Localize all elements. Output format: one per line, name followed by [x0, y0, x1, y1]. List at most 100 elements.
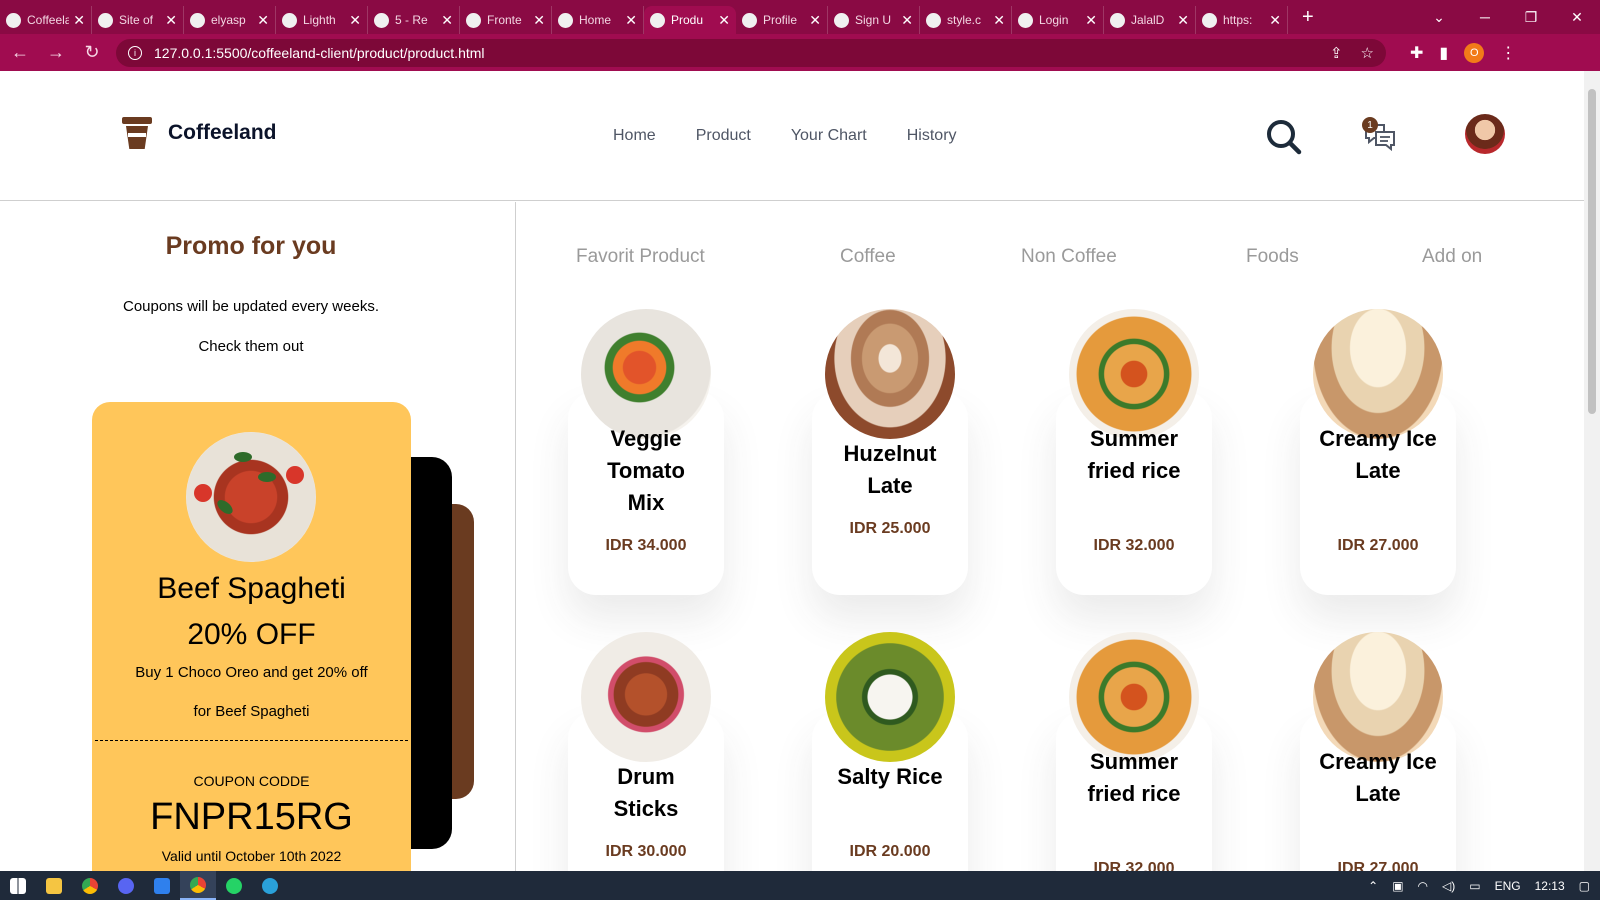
browser-toolbar: ← → ↻ i 127.0.0.1:5500/coffeeland-client…: [0, 34, 1600, 71]
tab-close-icon[interactable]: ✕: [533, 12, 545, 29]
product-image[interactable]: [1069, 309, 1199, 439]
brand-logo[interactable]: Coffeeland: [122, 117, 277, 149]
share-icon[interactable]: ⇪: [1330, 44, 1343, 62]
browser-tab[interactable]: Profile ✕: [736, 6, 828, 34]
side-panel-icon[interactable]: ▮: [1439, 43, 1448, 63]
extensions-puzzle-icon[interactable]: ✚: [1410, 43, 1423, 63]
product-image[interactable]: [825, 632, 955, 762]
browser-tab[interactable]: https: ✕: [1196, 6, 1288, 34]
site-info-icon[interactable]: i: [128, 45, 142, 60]
tab-close-icon[interactable]: ✕: [349, 12, 361, 29]
reload-button[interactable]: ↻: [76, 42, 108, 63]
browser-tab[interactable]: Coffeeland ✕: [0, 6, 92, 34]
telegram-icon[interactable]: [252, 871, 288, 900]
forward-button[interactable]: →: [40, 42, 72, 63]
browser-tab[interactable]: Produ ✕: [644, 6, 736, 34]
product-image[interactable]: [1313, 632, 1443, 762]
close-window-button[interactable]: ✕: [1554, 9, 1600, 26]
browser-tab-label: 5 - Re: [395, 13, 428, 27]
minimize-button[interactable]: ─: [1462, 9, 1508, 25]
chrome-icon[interactable]: [72, 871, 108, 900]
browser-menu-icon[interactable]: ⋮: [1500, 43, 1516, 63]
tab-close-icon[interactable]: ✕: [1269, 12, 1281, 29]
product-name: Summer fried rice: [1087, 749, 1181, 806]
tray-chevron-icon[interactable]: ⌃: [1368, 879, 1378, 893]
tab-coffee[interactable]: Coffee: [840, 246, 896, 268]
tab-close-icon[interactable]: ✕: [901, 12, 913, 29]
tab-add-on[interactable]: Add on: [1422, 246, 1482, 268]
new-tab-button[interactable]: +: [1302, 6, 1314, 29]
user-avatar[interactable]: [1465, 114, 1505, 154]
tab-favicon-icon: [1202, 12, 1217, 28]
tab-close-icon[interactable]: ✕: [993, 12, 1005, 29]
nav-home[interactable]: Home: [613, 127, 656, 145]
product-image[interactable]: [1313, 309, 1443, 439]
search-icon[interactable]: [1266, 119, 1302, 155]
browser-tab[interactable]: JalalD ✕: [1104, 6, 1196, 34]
browser-tab[interactable]: Site of ✕: [92, 6, 184, 34]
nav-product[interactable]: Product: [696, 127, 751, 145]
category-tabs: Favorit Product Coffee Non Coffee Foods …: [576, 246, 1486, 276]
tab-search-icon[interactable]: ⌄: [1416, 9, 1462, 26]
browser-tab[interactable]: elyasp ✕: [184, 6, 276, 34]
back-button[interactable]: ←: [4, 42, 36, 63]
product-image[interactable]: [1069, 632, 1199, 762]
scrollbar-thumb[interactable]: [1588, 89, 1596, 414]
tab-close-icon[interactable]: ✕: [73, 12, 85, 29]
tray-device-icon[interactable]: ▣: [1392, 879, 1403, 893]
product-image[interactable]: [825, 309, 955, 439]
tab-close-icon[interactable]: ✕: [718, 12, 730, 29]
browser-tab[interactable]: Fronte ✕: [460, 6, 552, 34]
tab-favorit-product[interactable]: Favorit Product: [576, 246, 705, 268]
tab-close-icon[interactable]: ✕: [441, 12, 453, 29]
language-indicator[interactable]: ENG: [1495, 879, 1521, 893]
browser-tab-label: Home: [579, 13, 612, 27]
browser-tab-label: Login: [1039, 13, 1069, 27]
whatsapp-icon[interactable]: [216, 871, 252, 900]
browser-tab-label: Fronte: [487, 13, 522, 27]
tab-non-coffee[interactable]: Non Coffee: [1021, 246, 1117, 268]
vscode-icon[interactable]: [144, 871, 180, 900]
tab-close-icon[interactable]: ✕: [165, 12, 177, 29]
system-tray: ⌃ ▣ ◠ ◁) ▭ ENG 12:13 ▢: [1368, 879, 1600, 893]
product-image[interactable]: [581, 309, 711, 439]
nav-history[interactable]: History: [907, 127, 957, 145]
browser-tab[interactable]: Home ✕: [552, 6, 644, 34]
file-explorer-icon[interactable]: [36, 871, 72, 900]
windows-start-icon[interactable]: [0, 871, 36, 900]
clock[interactable]: 12:13: [1535, 879, 1565, 893]
discord-icon[interactable]: [108, 871, 144, 900]
tab-close-icon[interactable]: ✕: [809, 12, 821, 29]
coupon-card[interactable]: Beef Spagheti 20% OFF Buy 1 Choco Oreo a…: [92, 402, 411, 871]
tab-foods[interactable]: Foods: [1246, 246, 1299, 268]
restore-button[interactable]: ❐: [1508, 9, 1554, 26]
product-name: Huzelnut Late: [843, 441, 937, 498]
tab-close-icon[interactable]: ✕: [257, 12, 269, 29]
browser-tab[interactable]: Sign U ✕: [828, 6, 920, 34]
product-price: IDR 34.000: [605, 537, 687, 554]
browser-tab[interactable]: 5 - Re ✕: [368, 6, 460, 34]
tab-close-icon[interactable]: ✕: [1085, 12, 1097, 29]
nav-your-chart[interactable]: Your Chart: [791, 127, 867, 145]
chrome-active-icon[interactable]: [180, 871, 216, 900]
browser-tab[interactable]: style.c ✕: [920, 6, 1012, 34]
bookmark-star-icon[interactable]: ☆: [1361, 44, 1374, 62]
browser-tab[interactable]: Lighth ✕: [276, 6, 368, 34]
notifications-icon[interactable]: ▢: [1579, 879, 1590, 893]
browser-tab[interactable]: Login ✕: [1012, 6, 1104, 34]
product-name: Creamy Ice Late: [1319, 749, 1437, 806]
tab-favicon-icon: [282, 12, 297, 28]
battery-icon[interactable]: ▭: [1469, 879, 1480, 893]
browser-tab-label: Site of: [119, 13, 154, 27]
coupon-description: Buy 1 Choco Oreo and get 20% off: [135, 664, 368, 681]
wifi-icon[interactable]: ◠: [1418, 879, 1428, 893]
tab-favicon-icon: [6, 12, 21, 28]
product-price: IDR 27.000: [1337, 860, 1419, 871]
profile-avatar-button[interactable]: O: [1464, 42, 1485, 63]
product-image[interactable]: [581, 632, 711, 762]
tab-close-icon[interactable]: ✕: [625, 12, 637, 29]
address-bar[interactable]: i 127.0.0.1:5500/coffeeland-client/produ…: [116, 38, 1386, 67]
tab-close-icon[interactable]: ✕: [1177, 12, 1189, 29]
volume-icon[interactable]: ◁): [1442, 879, 1455, 893]
page-scrollbar[interactable]: [1584, 71, 1600, 871]
